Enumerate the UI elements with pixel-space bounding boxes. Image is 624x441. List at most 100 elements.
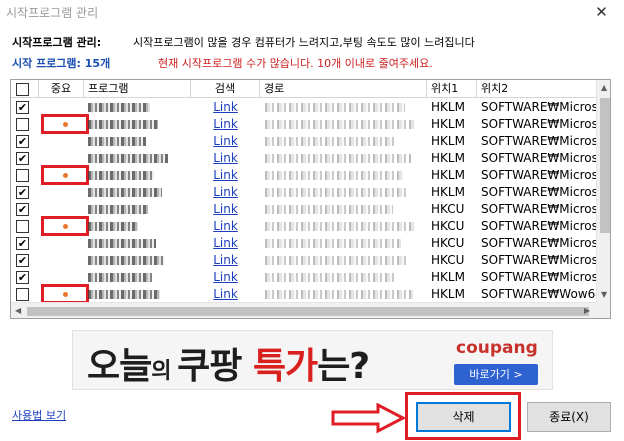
- row-checkbox[interactable]: [16, 220, 29, 233]
- table-row[interactable]: Link HKLM SOFTWARE₩Wow64: [11, 284, 596, 302]
- table-row[interactable]: ✔ Link HKLM SOFTWARE₩Microso: [11, 99, 596, 116]
- search-link[interactable]: Link: [191, 201, 260, 218]
- search-link[interactable]: Link: [191, 133, 260, 150]
- help-link[interactable]: 사용법 보기: [12, 407, 66, 423]
- row-checkbox[interactable]: ✔: [16, 203, 29, 216]
- location2-cell: SOFTWARE₩Microso: [481, 270, 596, 284]
- col-important[interactable]: 중요: [39, 80, 84, 98]
- select-all-checkbox[interactable]: [16, 83, 29, 96]
- col-path[interactable]: 경로: [260, 80, 427, 98]
- ad-headline-part: 쿠팡: [177, 346, 253, 387]
- table-header: 중요 프로그램 검색 경로 위치1 위치2: [11, 80, 596, 98]
- path-redacted: [265, 120, 415, 129]
- location1-cell: HKLM: [431, 287, 465, 301]
- warning-text: 현재 시작프로그램 수가 많습니다. 10개 이내로 줄여주세요.: [158, 57, 433, 70]
- vertical-scroll-thumb[interactable]: [600, 98, 610, 233]
- search-link[interactable]: Link: [191, 184, 260, 201]
- scroll-up-icon[interactable]: ▲: [601, 83, 607, 92]
- location2-cell: SOFTWARE₩Microso: [481, 253, 596, 267]
- location1-cell: HKCU: [431, 253, 465, 267]
- ad-go-button[interactable]: 바로가기 >: [454, 364, 538, 385]
- important-highlight-box: [41, 216, 89, 236]
- table-row[interactable]: ✔ Link HKCU SOFTWARE₩Microso: [11, 252, 596, 269]
- path-redacted: [265, 256, 409, 265]
- location1-cell: HKCU: [431, 219, 465, 233]
- important-dot-icon: [62, 172, 68, 178]
- ad-headline: 오늘의 쿠팡 특가는?: [87, 337, 370, 389]
- row-checkbox[interactable]: ✔: [16, 135, 29, 148]
- search-link[interactable]: Link: [191, 252, 260, 269]
- table-row[interactable]: ✔ Link HKLM SOFTWARE₩Microso: [11, 150, 596, 167]
- search-link[interactable]: Link: [191, 116, 260, 133]
- search-link[interactable]: Link: [191, 235, 260, 252]
- title-bar: 시작프로그램 관리 ✕: [0, 0, 624, 24]
- table-row[interactable]: Link HKLM SOFTWARE₩Microso: [11, 165, 596, 185]
- row-checkbox[interactable]: ✔: [16, 254, 29, 267]
- col-search[interactable]: 검색: [191, 80, 260, 98]
- row-checkbox[interactable]: ✔: [16, 237, 29, 250]
- location2-cell: SOFTWARE₩Microso: [481, 151, 596, 165]
- table-row[interactable]: ✔ Link HKLM SOFTWARE₩Microso: [11, 133, 596, 150]
- info-label: 시작프로그램 관리:: [12, 36, 102, 49]
- scroll-right-icon[interactable]: ▶: [584, 306, 590, 315]
- table-row[interactable]: ✔ Link HKCU SOFTWARE₩Microso: [11, 235, 596, 252]
- scroll-down-icon[interactable]: ▼: [601, 290, 607, 299]
- location2-cell: SOFTWARE₩Microso: [481, 236, 596, 250]
- program-name-redacted: [88, 205, 148, 214]
- col-location1[interactable]: 위치1: [427, 80, 477, 98]
- program-name-redacted: [88, 188, 162, 197]
- row-checkbox[interactable]: [16, 288, 29, 301]
- scrollbar-corner: [596, 302, 610, 318]
- close-icon[interactable]: ✕: [579, 0, 624, 24]
- important-highlight-box: [41, 114, 89, 134]
- path-redacted: [265, 103, 405, 112]
- search-link[interactable]: Link: [191, 99, 260, 116]
- table-row[interactable]: Link HKLM SOFTWARE₩Microso: [11, 114, 596, 134]
- location2-cell: SOFTWARE₩Microso: [481, 100, 596, 114]
- program-count: 시작 프로그램: 15개: [12, 57, 111, 70]
- important-dot-icon: [62, 121, 68, 127]
- path-redacted: [265, 171, 403, 180]
- horizontal-scroll-thumb[interactable]: [27, 307, 589, 316]
- table-row[interactable]: ✔ Link HKLM SOFTWARE₩Microso: [11, 269, 596, 286]
- ad-headline-part: 오늘: [87, 346, 152, 387]
- program-name-redacted: [88, 103, 150, 112]
- header-select-all[interactable]: [11, 80, 39, 98]
- table-row[interactable]: ✔ Link HKLM SOFTWARE₩Microso: [11, 184, 596, 201]
- startup-program-table[interactable]: 중요 프로그램 검색 경로 위치1 위치2 ✔ Link HKLM SOFTWARE₩…: [10, 79, 611, 319]
- location2-cell: SOFTWARE₩Microso: [481, 185, 596, 199]
- important-dot-icon: [62, 291, 68, 297]
- location1-cell: HKLM: [431, 185, 465, 199]
- exit-button[interactable]: 종료(X): [527, 402, 611, 432]
- search-link[interactable]: Link: [191, 218, 260, 235]
- right-arrow-icon: [331, 403, 406, 433]
- program-name-redacted: [88, 120, 158, 129]
- col-program[interactable]: 프로그램: [84, 80, 191, 98]
- horizontal-scrollbar[interactable]: ◀ ▶: [11, 302, 596, 318]
- row-checkbox[interactable]: [16, 118, 29, 131]
- location2-cell: SOFTWARE₩Microso: [481, 168, 596, 182]
- row-checkbox[interactable]: ✔: [16, 271, 29, 284]
- table-row[interactable]: ✔ Link HKCU SOFTWARE₩Microso: [11, 201, 596, 218]
- row-checkbox[interactable]: [16, 169, 29, 182]
- row-checkbox[interactable]: ✔: [16, 186, 29, 199]
- search-link[interactable]: Link: [191, 167, 260, 184]
- location1-cell: HKLM: [431, 134, 465, 148]
- location2-cell: SOFTWARE₩Microso: [481, 134, 596, 148]
- scroll-left-icon[interactable]: ◀: [15, 306, 21, 315]
- row-checkbox[interactable]: ✔: [16, 101, 29, 114]
- col-location2[interactable]: 위치2: [477, 80, 596, 98]
- search-link[interactable]: Link: [191, 286, 260, 302]
- table-row[interactable]: Link HKCU SOFTWARE₩Microso: [11, 216, 596, 236]
- row-checkbox[interactable]: ✔: [16, 152, 29, 165]
- program-name-redacted: [88, 171, 154, 180]
- location1-cell: HKLM: [431, 151, 465, 165]
- location1-cell: HKLM: [431, 168, 465, 182]
- program-name-redacted: [88, 273, 152, 282]
- delete-button[interactable]: 삭제: [416, 402, 511, 432]
- ad-banner[interactable]: 오늘의 쿠팡 특가는? coupang 바로가기 >: [72, 330, 553, 390]
- search-link[interactable]: Link: [191, 150, 260, 167]
- ad-headline-part: 의: [151, 359, 178, 384]
- search-link[interactable]: Link: [191, 269, 260, 286]
- vertical-scrollbar[interactable]: ▲ ▼: [596, 80, 610, 302]
